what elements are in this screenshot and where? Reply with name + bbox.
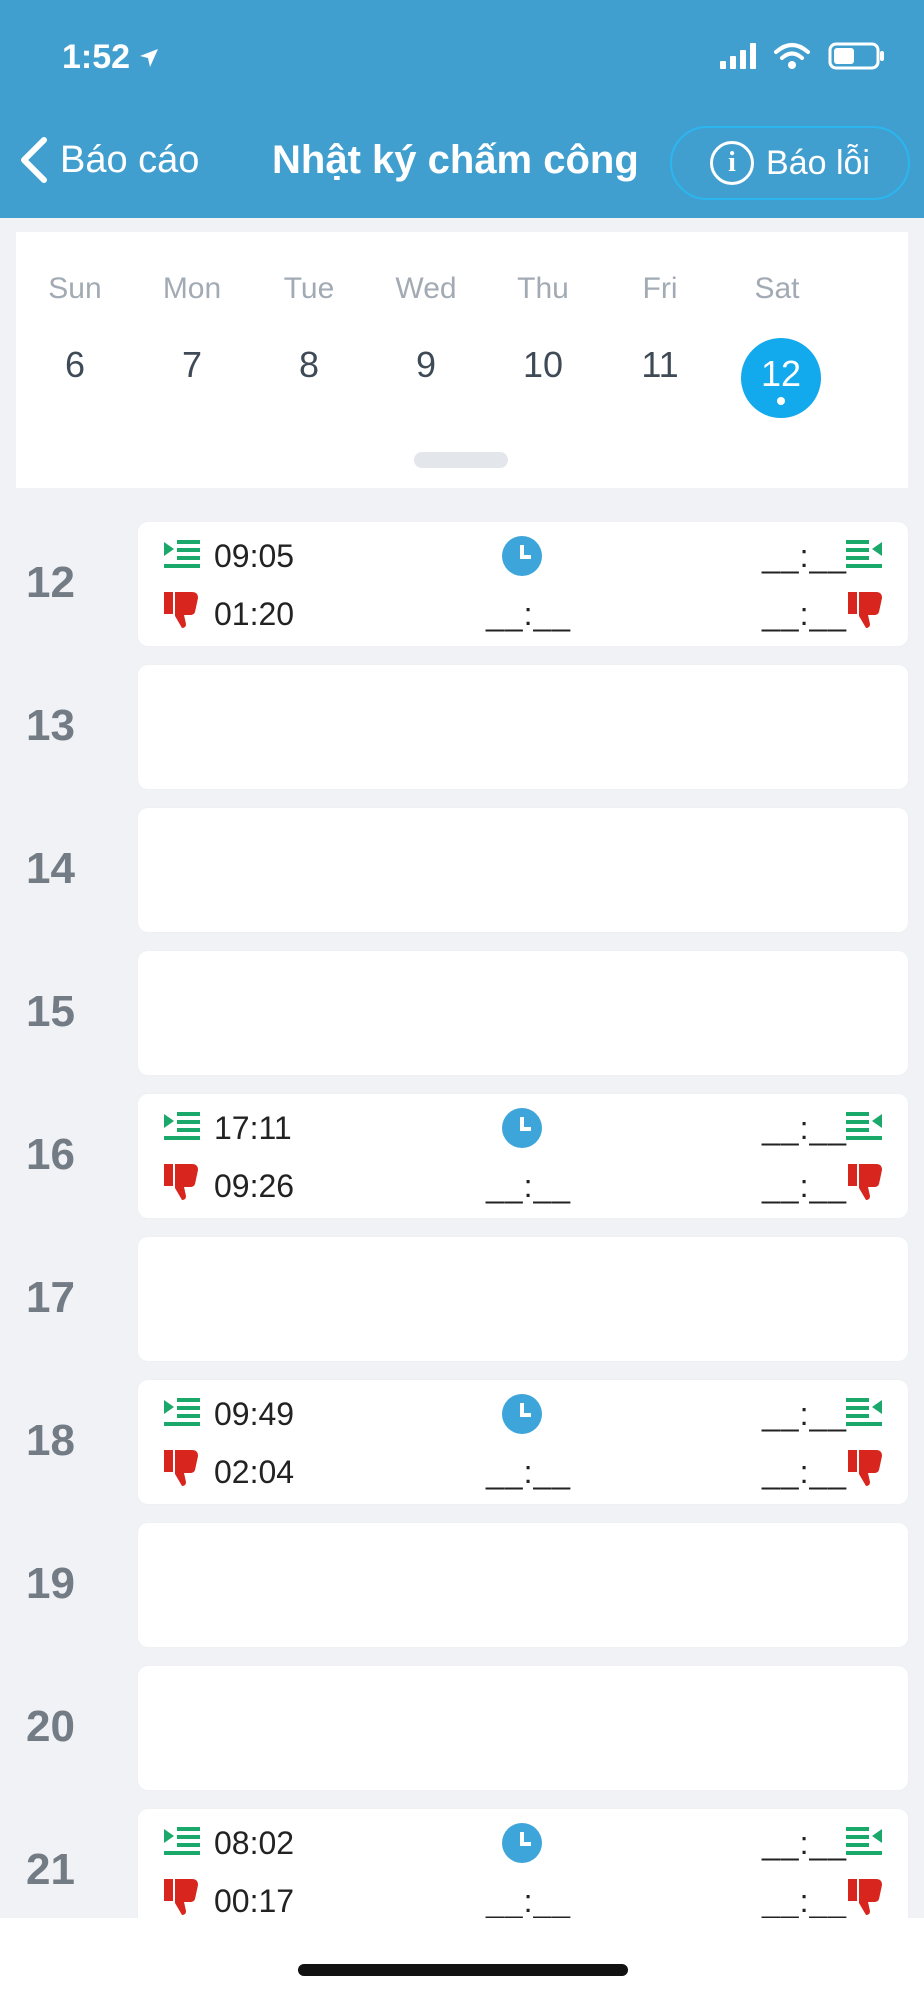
early-time: __:__ xyxy=(762,1168,848,1204)
status-icons xyxy=(720,42,886,70)
late-time: 01:20 xyxy=(214,596,295,632)
mid-time: __:__ xyxy=(486,1454,572,1490)
thumbs-down-icon xyxy=(846,1162,884,1207)
day-number: 11 xyxy=(641,344,679,385)
attendance-card[interactable] xyxy=(138,1666,908,1790)
back-button[interactable]: Báo cáo xyxy=(18,136,199,184)
location-arrow-icon xyxy=(140,48,159,67)
mid-time: __:__ xyxy=(486,1168,572,1204)
status-time-label: 1:52 xyxy=(62,38,131,76)
day-label: 15 xyxy=(26,987,75,1036)
check-in-time: 17:11 xyxy=(214,1110,292,1146)
status-time: 1:52 xyxy=(62,38,160,77)
attendance-card[interactable] xyxy=(138,1237,908,1361)
day-number: 9 xyxy=(415,344,437,385)
thumbs-down-icon xyxy=(162,1448,200,1493)
clock-icon xyxy=(502,1823,542,1863)
day-number: 10 xyxy=(522,344,564,385)
mid-time: __:__ xyxy=(486,1883,572,1919)
thumbs-down-icon xyxy=(162,590,200,635)
day-label: 16 xyxy=(26,1130,75,1179)
thumbs-down-icon xyxy=(162,1162,200,1207)
thumbs-down-icon xyxy=(846,1448,884,1493)
day-name: Tue xyxy=(283,272,335,305)
cellular-signal-icon xyxy=(720,43,756,69)
attendance-card[interactable] xyxy=(138,665,908,789)
clock-icon xyxy=(502,536,542,576)
day-number: 12 xyxy=(760,353,802,394)
report-error-button[interactable]: i Báo lỗi xyxy=(670,126,910,200)
day-label: 19 xyxy=(26,1559,75,1608)
thumbs-down-icon xyxy=(846,590,884,635)
check-in-time: 08:02 xyxy=(214,1825,295,1861)
day-name: Sun xyxy=(48,272,102,305)
app-header: 1:52 Báo cáo Nhật ký chấm công i Báo lỗi xyxy=(0,0,924,218)
attendance-card[interactable] xyxy=(138,808,908,932)
wifi-icon xyxy=(774,43,810,69)
check-out-icon xyxy=(844,1110,884,1145)
check-out-time: __:__ xyxy=(762,538,848,574)
check-out-icon xyxy=(844,1396,884,1431)
attendance-card[interactable]: 17:11 09:26 __:__ __:__ __:__ xyxy=(138,1094,908,1218)
info-icon: i xyxy=(710,141,755,185)
day-name: Wed xyxy=(395,272,457,305)
day-name: Fri xyxy=(642,272,678,305)
check-out-time: __:__ xyxy=(762,1110,848,1146)
attendance-card[interactable]: 08:02 00:17 __:__ __:__ __:__ xyxy=(138,1809,908,1933)
attendance-card[interactable]: 09:05 01:20 __:__ __:__ __:__ xyxy=(138,522,908,646)
selected-day-circle[interactable]: 12 xyxy=(741,338,821,418)
day-number: 6 xyxy=(64,344,86,385)
day-name: Sat xyxy=(754,272,800,305)
day-label: 21 xyxy=(26,1845,75,1894)
day-name: Mon xyxy=(162,272,222,305)
day-name: Thu xyxy=(517,272,569,305)
week-strip: Sun 6 Mon 7 Tue 8 Wed 9 Thu 10 Fri 11 Sa… xyxy=(16,232,908,488)
attendance-card[interactable]: 09:49 02:04 __:__ __:__ __:__ xyxy=(138,1380,908,1504)
day-label: 18 xyxy=(26,1416,75,1465)
drag-handle[interactable] xyxy=(414,452,508,468)
day-label: 13 xyxy=(26,701,75,750)
check-out-icon xyxy=(844,538,884,573)
report-error-label: Báo lỗi xyxy=(766,143,870,182)
check-in-time: 09:49 xyxy=(214,1396,295,1432)
event-dot-icon xyxy=(777,397,785,405)
page-title: Nhật ký chấm công xyxy=(272,138,639,182)
battery-icon xyxy=(828,42,884,70)
thumbs-down-icon xyxy=(162,1877,200,1922)
day-label: 14 xyxy=(26,844,75,893)
mid-time: __:__ xyxy=(486,596,572,632)
check-in-icon xyxy=(162,538,202,573)
late-time: 09:26 xyxy=(214,1168,295,1204)
early-time: __:__ xyxy=(762,1454,848,1490)
check-out-time: __:__ xyxy=(762,1825,848,1861)
day-number: 8 xyxy=(298,344,320,385)
clock-icon xyxy=(502,1108,542,1148)
thumbs-down-icon xyxy=(846,1877,884,1922)
home-indicator xyxy=(298,1964,628,1976)
check-out-time: __:__ xyxy=(762,1396,848,1432)
early-time: __:__ xyxy=(762,1883,848,1919)
late-time: 00:17 xyxy=(214,1883,295,1919)
late-time: 02:04 xyxy=(214,1454,295,1490)
check-in-icon xyxy=(162,1396,202,1431)
bottom-safe-area xyxy=(0,1918,924,2000)
clock-icon xyxy=(502,1394,542,1434)
screen: 1:52 Báo cáo Nhật ký chấm công i Báo lỗi… xyxy=(0,0,924,2000)
chevron-left-icon xyxy=(21,137,47,183)
check-in-time: 09:05 xyxy=(214,538,295,574)
day-label: 20 xyxy=(26,1702,75,1751)
day-label: 12 xyxy=(26,558,75,607)
day-label: 17 xyxy=(26,1273,75,1322)
attendance-card[interactable] xyxy=(138,1523,908,1647)
attendance-card[interactable] xyxy=(138,951,908,1075)
check-out-icon xyxy=(844,1825,884,1860)
check-in-icon xyxy=(162,1110,202,1145)
day-number: 7 xyxy=(181,344,203,385)
early-time: __:__ xyxy=(762,596,848,632)
check-in-icon xyxy=(162,1825,202,1860)
back-label: Báo cáo xyxy=(60,138,200,181)
